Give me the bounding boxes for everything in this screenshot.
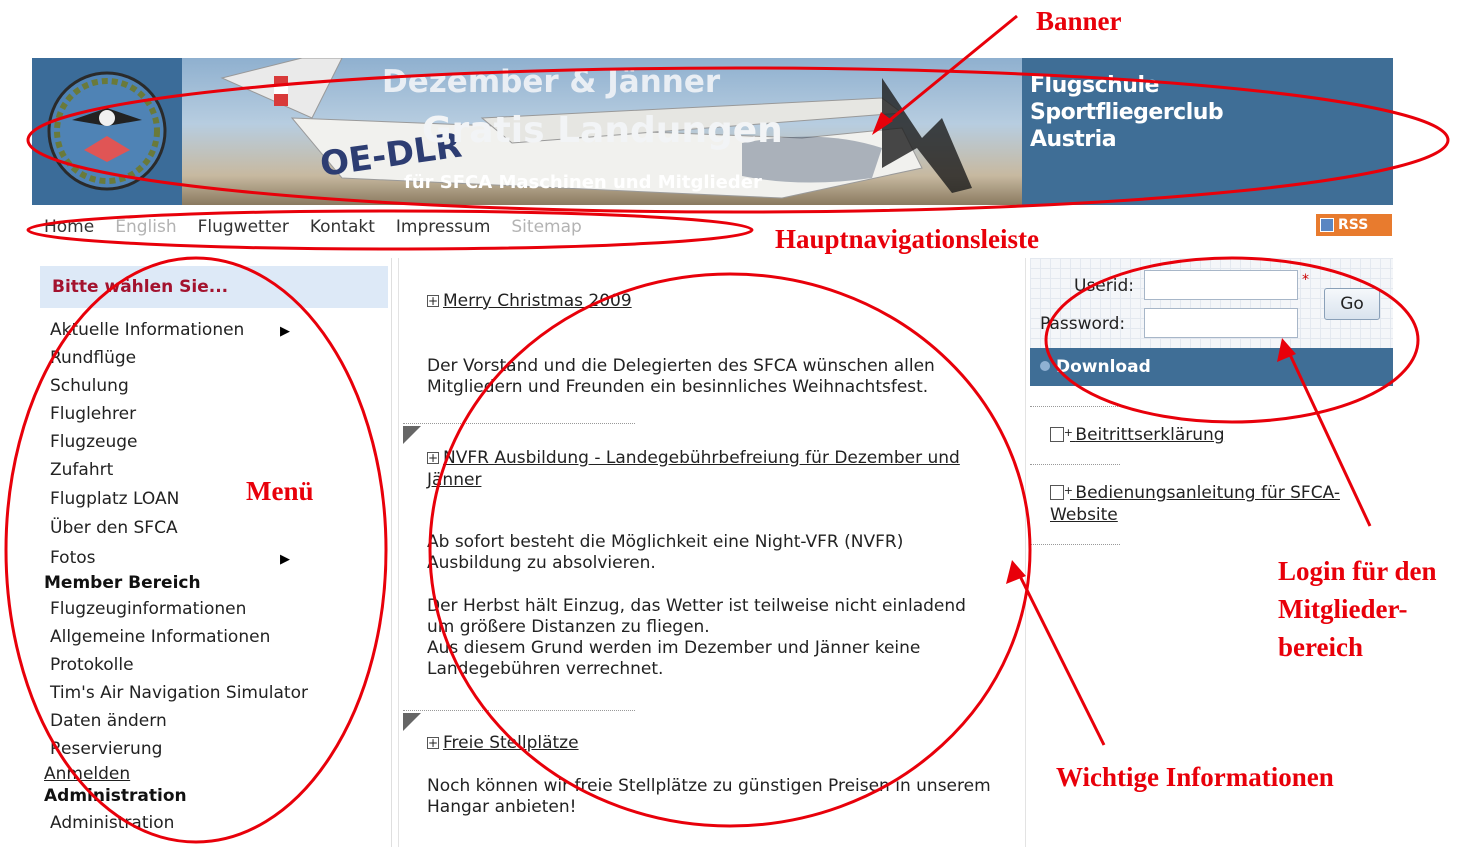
news-body: Der Herbst hält Einzug, das Wetter ist t… — [427, 596, 966, 637]
login-link[interactable]: Anmelden — [44, 764, 130, 784]
banner-tagline: für SFCA Maschinen und Mitglieder — [404, 172, 762, 193]
menu-item-fluglehrer[interactable]: Fluglehrer — [50, 404, 136, 424]
rss-feed-icon — [1320, 218, 1334, 232]
menu-section-administration: Administration — [44, 786, 187, 806]
rss-button[interactable]: RSS — [1316, 214, 1392, 236]
download-link-label: Bedienungsanleitung für SFCA-Website — [1050, 483, 1340, 525]
document-add-icon — [1050, 480, 1073, 502]
news-body: Aus diesem Grund werden im Dezember und … — [427, 638, 921, 679]
menu-item-flugzeuginformationen[interactable]: Flugzeuginformationen — [50, 599, 246, 619]
userid-input[interactable] — [1144, 270, 1298, 300]
divider — [1030, 544, 1120, 545]
expand-icon: + — [427, 451, 439, 465]
rss-label: RSS — [1338, 217, 1369, 233]
password-label: Password: — [1040, 314, 1126, 334]
go-button[interactable]: Go — [1324, 288, 1380, 320]
news-title-nvfr[interactable]: + NVFR Ausbildung - Landegebührbefreiung … — [427, 447, 1007, 491]
nav-sitemap[interactable]: Sitemap — [511, 217, 581, 241]
left-menu: Bitte wählen Sie... Aktuelle Information… — [36, 258, 392, 847]
club-logo[interactable] — [32, 58, 182, 205]
menu-item-fotos[interactable]: Fotos — [50, 548, 96, 568]
news-body: Noch können wir freie Stellplätze zu gün… — [427, 776, 991, 817]
expand-icon: + — [427, 294, 439, 308]
document-add-icon — [1050, 422, 1073, 444]
nav-home[interactable]: Home — [44, 217, 94, 241]
main-navigation: Home English Flugwetter Kontakt Impressu… — [44, 217, 603, 241]
menu-item-allgemeine-informationen[interactable]: Allgemeine Informationen — [50, 627, 270, 647]
download-link-beitrittserklaerung[interactable]: Beitrittserklärung — [1050, 422, 1390, 446]
password-input[interactable] — [1144, 308, 1298, 338]
download-link-label: Beitrittserklärung — [1075, 425, 1225, 445]
news-content: + Merry Christmas 2009 Der Vorstand und d… — [398, 258, 1026, 847]
login-form: Userid: * Password: Go — [1030, 258, 1393, 348]
menu-item-flugplatz-loan[interactable]: Flugplatz LOAN — [50, 489, 179, 509]
org-name-line1: Flugschule — [1030, 73, 1159, 98]
news-body: Der Vorstand und die Delegierten des SFC… — [427, 356, 935, 397]
news-body: Ab sofort besteht die Möglichkeit eine N… — [427, 532, 904, 573]
divider-corner — [403, 713, 421, 731]
banner-org-panel: Flugschule Sportfliegerclub Austria — [1022, 58, 1393, 205]
submenu-arrow-icon: ▶ — [280, 552, 290, 567]
nav-flugwetter[interactable]: Flugwetter — [198, 217, 289, 241]
menu-item-ueber-sfca[interactable]: Über den SFCA — [50, 518, 178, 538]
organization-name: Flugschule Sportfliegerclub Austria — [1030, 72, 1224, 153]
news-title-text: NVFR Ausbildung - Landegebührbefreiung f… — [427, 448, 960, 490]
menu-item-aktuelle-informationen[interactable]: Aktuelle Informationen — [50, 320, 244, 340]
download-link-bedienungsanleitung[interactable]: Bedienungsanleitung für SFCA-Website — [1050, 480, 1390, 526]
banner: OE-DLR Dezember & Jänner Gratis Landunge… — [32, 58, 1393, 205]
annotation-login-line2: Mitglieder- — [1278, 594, 1408, 624]
annotation-login-line1: Login für den — [1278, 556, 1437, 586]
annotation-login-line3: bereich — [1278, 632, 1363, 662]
nav-impressum[interactable]: Impressum — [396, 217, 491, 241]
bullet-icon — [1040, 361, 1050, 371]
menu-item-zufahrt[interactable]: Zufahrt — [50, 460, 113, 480]
annotation-navigation: Hauptnavigationsleiste — [775, 224, 1040, 254]
divider-corner — [403, 426, 421, 444]
news-title-merry-christmas[interactable]: + Merry Christmas 2009 — [427, 290, 632, 312]
divider — [403, 423, 635, 424]
menu-item-daten-aendern[interactable]: Daten ändern — [50, 711, 167, 731]
menu-item-flugzeuge[interactable]: Flugzeuge — [50, 432, 137, 452]
divider — [1030, 406, 1120, 407]
menu-item-navigation-simulator[interactable]: Tim's Air Navigation Simulator — [50, 683, 308, 703]
menu-item-rundfluege[interactable]: Rundflüge — [50, 348, 136, 368]
download-heading[interactable]: Download — [1030, 348, 1393, 386]
menu-section-member: Member Bereich — [44, 573, 201, 593]
divider — [403, 710, 635, 711]
banner-photo: OE-DLR Dezember & Jänner Gratis Landunge… — [182, 58, 1022, 205]
banner-headline: Dezember & Jänner — [382, 64, 721, 100]
submenu-arrow-icon: ▶ — [280, 324, 290, 339]
divider — [1030, 464, 1120, 465]
org-name-line2: Sportfliegerclub — [1030, 100, 1224, 125]
nav-kontakt[interactable]: Kontakt — [310, 217, 375, 241]
download-heading-label: Download — [1056, 357, 1151, 377]
org-name-line3: Austria — [1030, 127, 1117, 152]
nav-english[interactable]: English — [115, 217, 176, 241]
menu-heading: Bitte wählen Sie... — [40, 266, 388, 308]
annotation-banner: Banner — [1036, 6, 1122, 36]
menu-item-protokolle[interactable]: Protokolle — [50, 655, 134, 675]
menu-item-reservierung[interactable]: Reservierung — [50, 739, 162, 759]
menu-item-administration[interactable]: Administration — [50, 813, 174, 833]
news-title-freie-stellplaetze[interactable]: + Freie Stellplätze — [427, 732, 579, 754]
menu-item-schulung[interactable]: Schulung — [50, 376, 129, 396]
news-title-text: Merry Christmas 2009 — [443, 291, 632, 311]
userid-label: Userid: — [1074, 276, 1134, 296]
expand-icon: + — [427, 736, 439, 750]
news-title-text: Freie Stellplätze — [443, 733, 579, 753]
banner-subheadline: Gratis Landungen — [422, 110, 783, 151]
annotation-menu: Menü — [246, 476, 314, 506]
required-marker: * — [1302, 272, 1309, 288]
annotation-content: Wichtige Informationen — [1056, 762, 1334, 792]
